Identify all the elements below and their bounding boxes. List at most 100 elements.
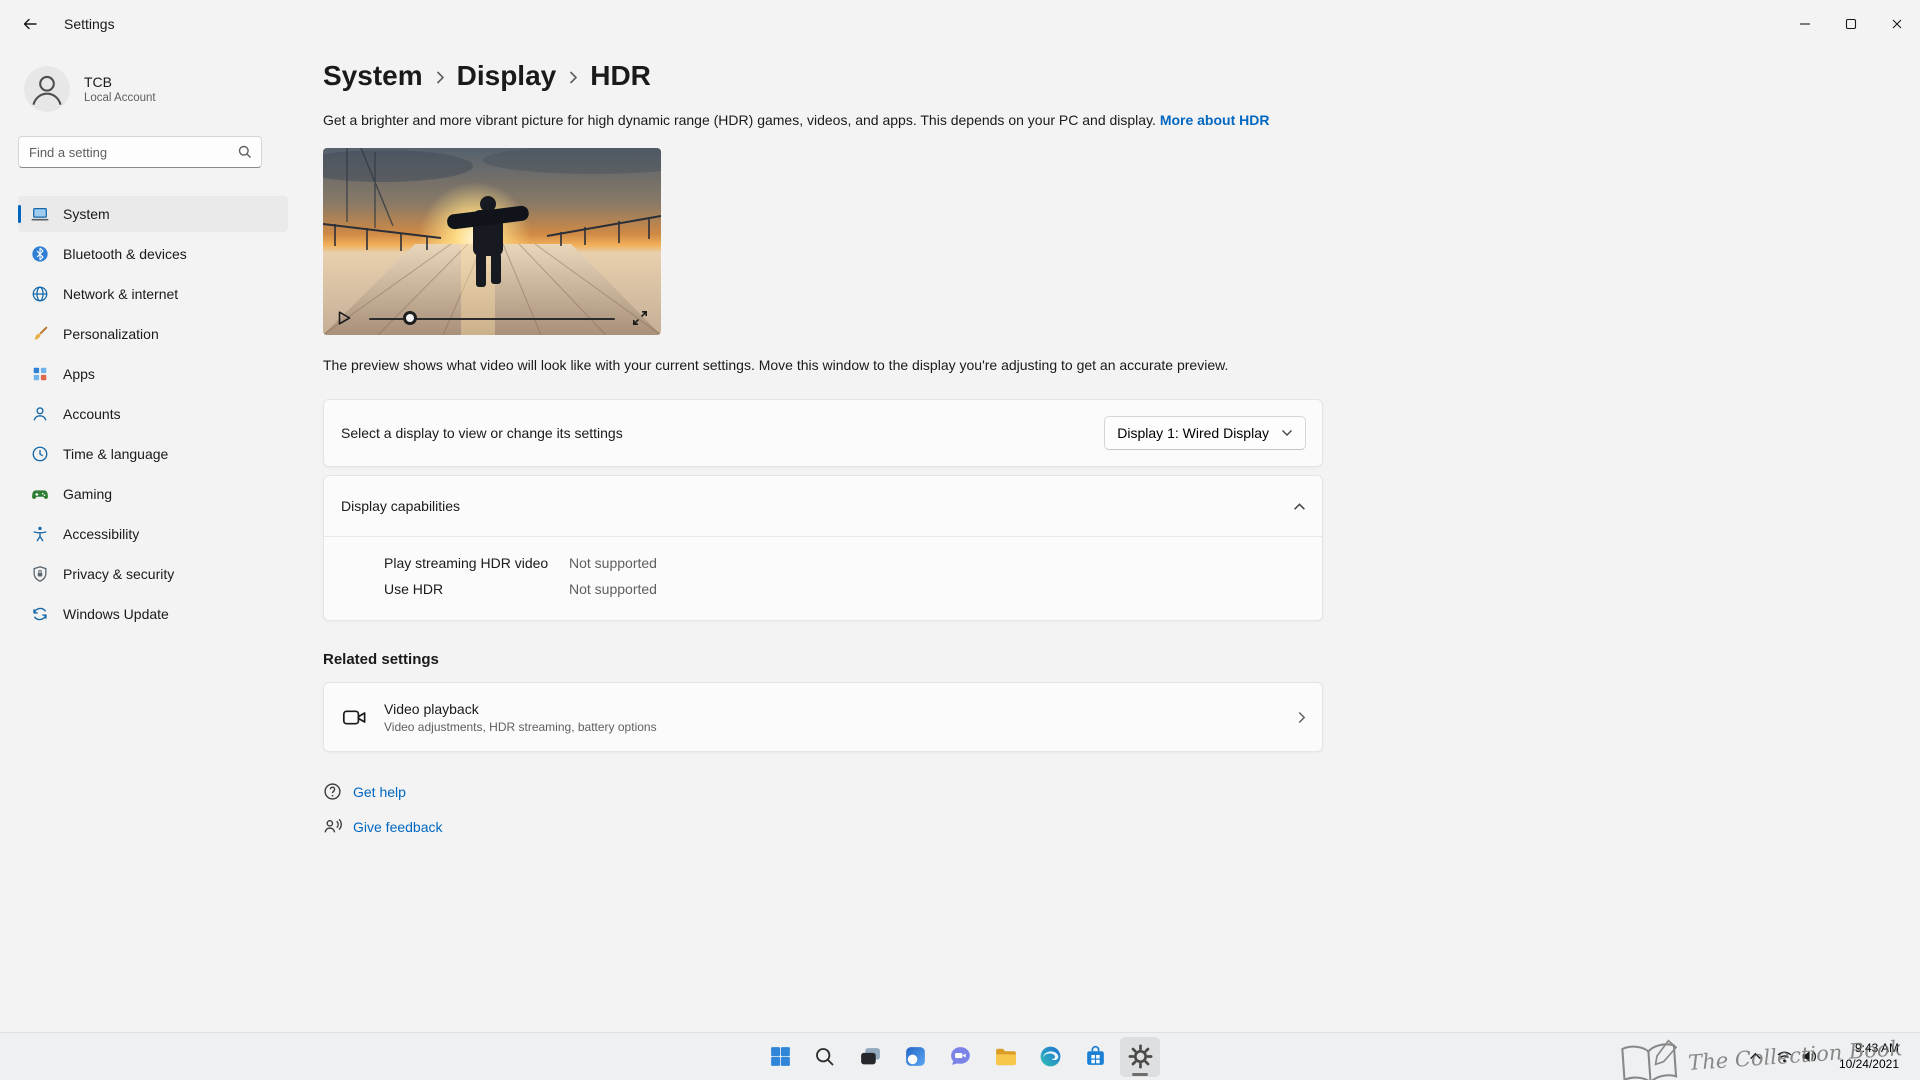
edge-button[interactable]	[1030, 1037, 1070, 1077]
chat-button[interactable]	[940, 1037, 980, 1077]
sidebar-item-privacy-security[interactable]: Privacy & security	[18, 556, 288, 592]
hdr-settings-page: System Display HDR Get a brighter and mo…	[300, 48, 1920, 1032]
capability-value: Not supported	[569, 555, 657, 571]
get-help-row[interactable]: Get help	[323, 782, 1920, 801]
close-button[interactable]	[1874, 0, 1920, 48]
apps-icon	[31, 365, 49, 383]
capability-row: Play streaming HDR video Not supported	[384, 550, 1306, 576]
window-title: Settings	[64, 16, 115, 32]
sidebar-item-time-language[interactable]: Time & language	[18, 436, 288, 472]
taskbar: 9:43 AM 10/24/2021	[0, 1032, 1920, 1080]
taskbar-search-button[interactable]	[805, 1037, 845, 1077]
sidebar-item-personalization[interactable]: Personalization	[18, 316, 288, 352]
collapse-button[interactable]	[1293, 502, 1306, 511]
slider-thumb[interactable]	[403, 311, 418, 325]
bluetooth-icon	[31, 245, 49, 263]
settings-icon	[1128, 1044, 1152, 1069]
display-capabilities-header[interactable]: Display capabilities	[324, 476, 1322, 536]
capability-value: Not supported	[569, 581, 657, 597]
chevron-up-icon	[1750, 1052, 1761, 1060]
sidebar-item-gaming[interactable]: Gaming	[18, 476, 288, 512]
preview-caption: The preview shows what video will look l…	[323, 357, 1229, 373]
breadcrumb-display[interactable]: Display	[457, 60, 557, 92]
back-button[interactable]	[10, 6, 50, 42]
give-feedback-row[interactable]: Give feedback	[323, 817, 1920, 836]
play-button[interactable]	[335, 309, 353, 327]
video-playback-card[interactable]: Video playback Video adjustments, HDR st…	[323, 682, 1323, 752]
sidebar-item-windows-update[interactable]: Windows Update	[18, 596, 288, 632]
settings-button[interactable]	[1120, 1036, 1160, 1077]
display-capabilities-title: Display capabilities	[341, 498, 461, 514]
breadcrumb: System Display HDR	[323, 60, 1920, 92]
widgets-icon	[905, 1047, 925, 1066]
user-account-type: Local Account	[84, 92, 156, 104]
display-select-card: Select a display to view or change its s…	[323, 399, 1323, 467]
video-camera-icon	[342, 709, 366, 725]
chat-icon	[950, 1047, 970, 1065]
video-playback-subtitle: Video adjustments, HDR streaming, batter…	[384, 719, 657, 734]
related-settings-heading: Related settings	[323, 651, 439, 668]
search-input[interactable]	[18, 136, 262, 168]
capability-label: Use HDR	[384, 581, 444, 597]
task-view-icon	[860, 1048, 880, 1065]
file-explorer-icon	[995, 1048, 1016, 1066]
fullscreen-icon	[633, 311, 647, 325]
display-capabilities-body: Play streaming HDR video Not supported U…	[324, 537, 1322, 620]
sidebar-item-network-internet[interactable]: Network & internet	[18, 276, 288, 312]
give-feedback-link[interactable]: Give feedback	[353, 819, 443, 835]
open-app-indicator	[1132, 1072, 1148, 1076]
search-icon	[237, 144, 253, 165]
sidebar-item-label: Bluetooth & devices	[63, 246, 187, 262]
minimize-button[interactable]	[1782, 0, 1828, 48]
system-icon	[31, 205, 49, 223]
sidebar-item-accessibility[interactable]: Accessibility	[18, 516, 288, 552]
network-volume-button[interactable]	[1769, 1037, 1824, 1077]
help-links: Get help Give feedback	[323, 782, 1920, 836]
personalization-icon	[31, 325, 49, 343]
sidebar-item-bluetooth-devices[interactable]: Bluetooth & devices	[18, 236, 288, 272]
breadcrumb-system[interactable]: System	[323, 60, 423, 92]
sidebar-item-accounts[interactable]: Accounts	[18, 396, 288, 432]
sidebar-item-label: Accessibility	[63, 526, 140, 542]
selected-indicator	[18, 205, 21, 223]
get-help-link[interactable]: Get help	[353, 784, 406, 800]
shield-lock-icon	[31, 565, 49, 583]
sidebar-item-label: Personalization	[63, 326, 159, 342]
feedback-icon	[324, 818, 342, 833]
chevron-down-icon	[1282, 430, 1292, 436]
volume-icon	[1802, 1050, 1816, 1063]
gamepad-icon	[31, 485, 49, 503]
chevron-right-icon	[568, 69, 578, 86]
hidden-icons-button[interactable]	[1742, 1037, 1769, 1077]
accounts-icon	[31, 405, 49, 423]
video-controls	[323, 301, 661, 335]
tray-date: 10/24/2021	[1838, 1056, 1899, 1071]
sidebar-item-label: Network & internet	[63, 286, 179, 302]
fullscreen-button[interactable]	[631, 309, 649, 327]
start-icon	[770, 1047, 790, 1066]
close-icon	[1892, 19, 1902, 29]
chevron-right-icon	[435, 69, 445, 86]
sidebar-item-system[interactable]: System	[18, 196, 288, 232]
hdr-video-preview[interactable]	[323, 148, 661, 335]
file-explorer-button[interactable]	[985, 1037, 1025, 1077]
capability-row: Use HDR Not supported	[384, 576, 1306, 602]
maximize-button[interactable]	[1828, 0, 1874, 48]
titlebar: Settings	[0, 0, 1920, 48]
widgets-button[interactable]	[895, 1037, 935, 1077]
video-progress-slider[interactable]	[369, 311, 615, 325]
display-select-dropdown[interactable]: Display 1: Wired Display	[1104, 416, 1306, 450]
video-playback-title: Video playback	[384, 700, 479, 717]
play-icon	[338, 311, 351, 325]
start-button[interactable]	[760, 1037, 800, 1077]
sidebar-item-label: Time & language	[63, 446, 169, 462]
clock-button[interactable]: 9:43 AM 10/24/2021	[1824, 1037, 1914, 1077]
task-view-button[interactable]	[850, 1037, 890, 1077]
breadcrumb-hdr: HDR	[590, 60, 651, 91]
display-capabilities-card: Display capabilities Play streaming HDR …	[323, 475, 1323, 621]
display-select-value: Display 1: Wired Display	[1117, 425, 1269, 441]
more-about-hdr-link[interactable]: More about HDR	[1160, 112, 1270, 128]
store-button[interactable]	[1075, 1037, 1115, 1077]
sidebar-item-apps[interactable]: Apps	[18, 356, 288, 392]
edge-icon	[1040, 1046, 1060, 1067]
